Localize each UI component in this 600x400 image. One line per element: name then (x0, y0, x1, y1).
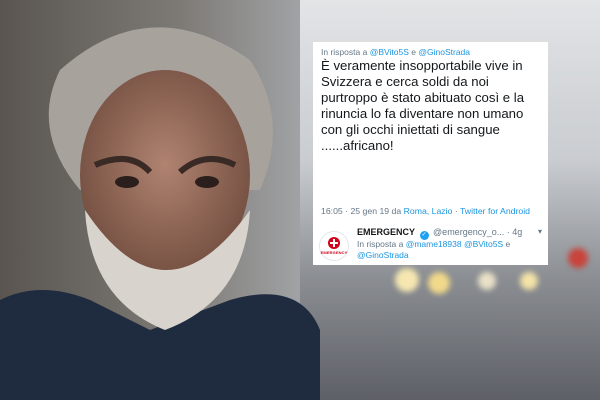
portrait-figure (0, 27, 320, 400)
avatar-brand-text: EMERGENCY (320, 250, 348, 255)
tweet-time: 16:05 · 25 gen 19 da (321, 206, 402, 216)
tweet-text: È veramente insopportabile vive in Svizz… (321, 58, 525, 153)
bokeh-light (568, 248, 588, 268)
mention-link[interactable]: @GinoStrada (357, 250, 409, 260)
mention-link[interactable]: @BVito5S (370, 47, 409, 57)
author-handle[interactable]: @emergency_o... (433, 227, 504, 237)
bokeh-light (395, 268, 419, 292)
mention-link[interactable]: @BVito5S (464, 239, 503, 249)
mention-link[interactable]: @GinoStrada (418, 47, 470, 57)
emergency-logo-icon (328, 237, 340, 249)
reply-and: e (411, 47, 416, 57)
mention-link[interactable]: @mame18938 (406, 239, 462, 249)
bokeh-light (478, 272, 496, 290)
meta-separator: · (454, 206, 458, 216)
author-name[interactable]: EMERGENCY (357, 227, 415, 237)
chevron-down-icon[interactable]: ▾ (538, 227, 542, 236)
bokeh-light (428, 272, 450, 294)
bokeh-light (520, 272, 538, 290)
reply-prefix: In risposta a (357, 239, 404, 249)
location-link[interactable]: Roma, Lazio (404, 206, 453, 216)
tweet-meta: 16:05 · 25 gen 19 da Roma, Lazio · Twitt… (321, 206, 546, 217)
reply-context: In risposta a @BVito5S e @GinoStrada (321, 47, 470, 57)
reply-and: e (505, 239, 511, 249)
tweet-age: · 4g (506, 227, 523, 237)
client-link[interactable]: Twitter for Android (460, 206, 530, 216)
reply-prefix: In risposta a (321, 47, 368, 57)
reply-tweet[interactable]: EMERGENCY EMERGENCY ✓ @emergency_o... · … (313, 223, 548, 265)
avatar[interactable]: EMERGENCY (319, 231, 349, 261)
reply-context: In risposta a @mame18938 @BVito5S e @Gin… (357, 239, 545, 261)
